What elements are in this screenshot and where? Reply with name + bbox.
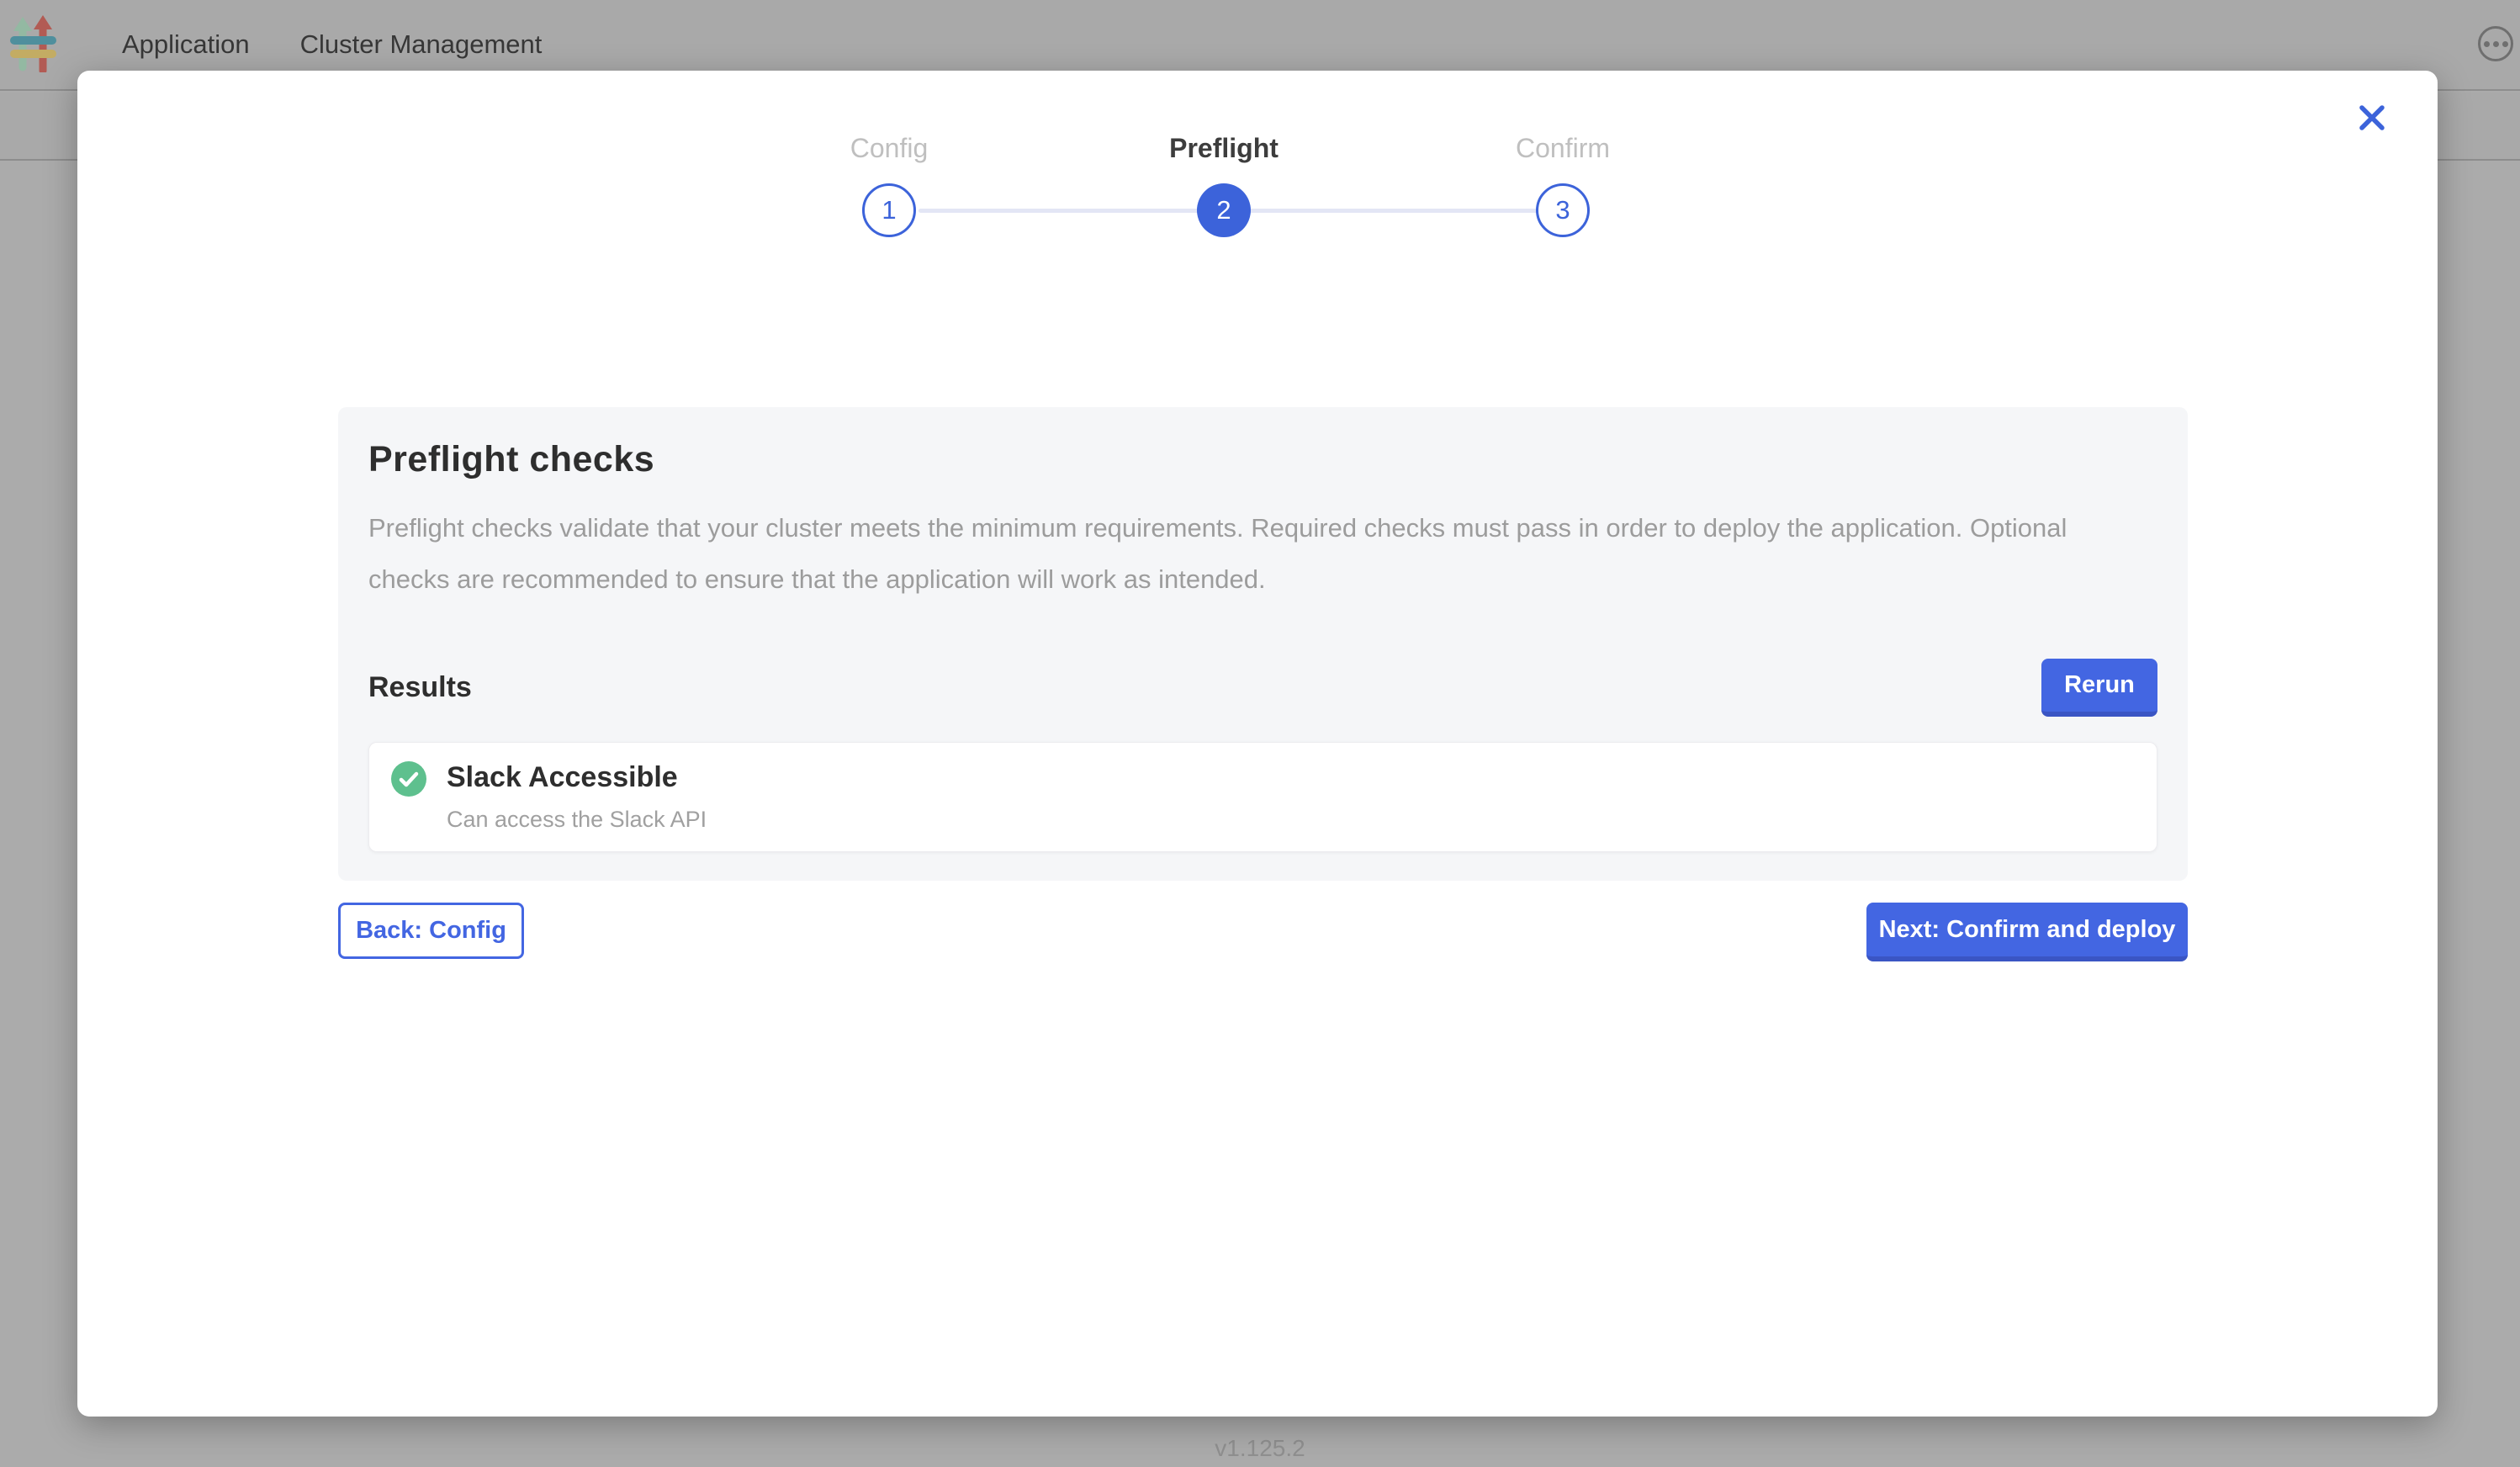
nav-item-application[interactable]: Application xyxy=(122,29,250,60)
step-label-confirm: Confirm xyxy=(1395,133,1731,164)
next-confirm-deploy-button[interactable]: Next: Confirm and deploy xyxy=(1866,903,2188,961)
back-config-button[interactable]: Back: Config xyxy=(338,903,524,959)
step-label-config: Config xyxy=(721,133,1057,164)
preflight-wizard-modal: Config Preflight Confirm 1 2 3 Preflight… xyxy=(77,71,2438,1417)
ellipsis-icon[interactable] xyxy=(2478,26,2513,61)
ellipsis-dot xyxy=(2502,41,2508,47)
check-detail: Can access the Slack API xyxy=(447,807,707,833)
results-header-row: Results Rerun xyxy=(368,659,2157,717)
panel-title: Preflight checks xyxy=(368,439,2157,480)
close-icon[interactable] xyxy=(2353,99,2390,136)
wizard-actions-row: Back: Config Next: Confirm and deploy xyxy=(338,903,2188,961)
rerun-button[interactable]: Rerun xyxy=(2041,659,2157,717)
step-circle-2: 2 xyxy=(1197,183,1251,237)
ellipsis-dot xyxy=(2484,41,2490,47)
step-label-preflight: Preflight xyxy=(1056,133,1392,164)
step-circle-1: 1 xyxy=(862,183,916,237)
preflight-panel: Preflight checks Preflight checks valida… xyxy=(338,407,2188,881)
ellipsis-dot xyxy=(2493,41,2499,47)
check-circle-icon xyxy=(391,761,426,801)
nav-item-cluster-management[interactable]: Cluster Management xyxy=(300,29,543,60)
preflight-check-row: Slack Accessible Can access the Slack AP… xyxy=(368,742,2157,852)
check-name: Slack Accessible xyxy=(447,761,707,794)
check-text: Slack Accessible Can access the Slack AP… xyxy=(447,761,707,833)
panel-description: Preflight checks validate that your clus… xyxy=(368,502,2135,605)
step-circle-3: 3 xyxy=(1536,183,1590,237)
results-label: Results xyxy=(368,671,472,704)
step-connector-line xyxy=(919,209,1583,213)
app-version-text: v1.125.2 xyxy=(0,1435,2520,1462)
kots-logo[interactable] xyxy=(10,15,57,72)
